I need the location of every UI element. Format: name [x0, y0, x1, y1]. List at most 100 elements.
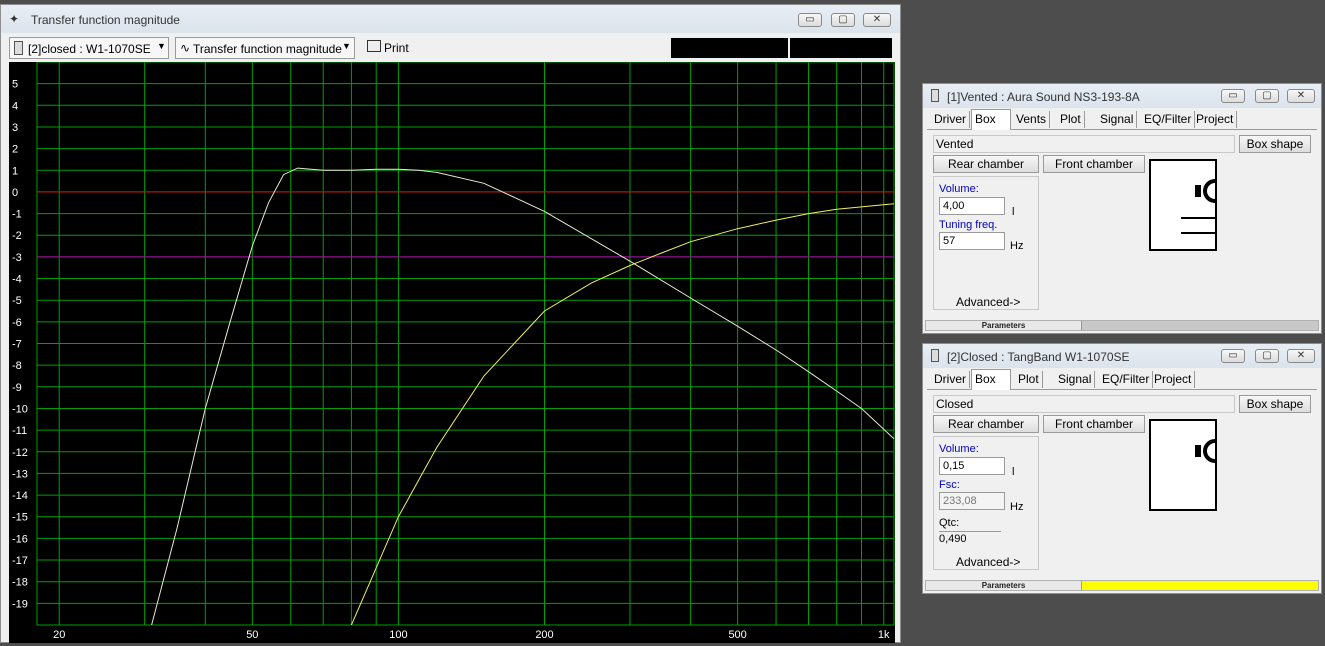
transfer-function-window: ✦ Transfer function magnitude ▭ ▢ ✕ [2]c…: [0, 4, 901, 643]
status-label: Parameters: [926, 321, 1082, 330]
tab-eq-filter[interactable]: EQ/Filter: [1141, 111, 1196, 128]
tuning-freq-unit: Hz: [1010, 240, 1024, 252]
close-button[interactable]: ✕: [863, 13, 891, 27]
fsc-label: Fsc:: [939, 479, 960, 491]
close-button[interactable]: ✕: [1287, 349, 1315, 363]
vented-box-diagram: [1149, 159, 1217, 251]
tab-signal[interactable]: Signal: [1055, 371, 1096, 388]
volume-unit: l: [1012, 466, 1015, 478]
closed-box-window: [2]Closed : TangBand W1-1070SE ▭ ▢ ✕ Dri…: [922, 343, 1322, 594]
y-tick-label: -12: [12, 447, 28, 459]
box-shape-button[interactable]: Box shape: [1239, 135, 1311, 153]
tab-plot[interactable]: Plot: [1057, 111, 1085, 128]
fsc-unit: Hz: [1010, 501, 1024, 513]
closed-window-title: [2]Closed : TangBand W1-1070SE: [947, 350, 1130, 364]
y-tick-label: -9: [12, 382, 22, 394]
tab-box[interactable]: Box: [971, 369, 1011, 390]
tab-project[interactable]: Project: [1193, 111, 1238, 128]
y-tick-label: -17: [12, 555, 28, 567]
volume-input[interactable]: [939, 457, 1005, 475]
plot-area[interactable]: 5 4 3 2 1 0 -1 -2 -3 -4 -5 -6 -7 -8 -9 -10 -11 -12 -13 -14 -…: [9, 61, 895, 643]
advanced-link[interactable]: Advanced->: [956, 295, 1020, 309]
restore-button[interactable]: ▢: [1255, 89, 1279, 103]
minimize-button[interactable]: ▭: [1221, 349, 1245, 363]
y-tick-label: -11: [12, 425, 27, 437]
document-icon: [14, 41, 23, 55]
closed-status-bar: Parameters: [925, 580, 1319, 591]
tuning-freq-label: Tuning freq.: [939, 219, 998, 231]
document-icon: [931, 89, 939, 102]
x-tick-label: 50: [246, 629, 258, 641]
y-tick-label: -15: [12, 512, 28, 524]
vent-line-icon: [1181, 232, 1217, 234]
close-button[interactable]: ✕: [1287, 89, 1315, 103]
rear-chamber-group: Volume: l Tuning freq. Hz Advanced->: [933, 176, 1039, 310]
y-tick-label: -18: [12, 577, 28, 589]
box-shape-button[interactable]: Box shape: [1239, 395, 1311, 413]
box-type-field: Vented: [933, 135, 1235, 153]
restore-button[interactable]: ▢: [831, 13, 855, 27]
status-label: Parameters: [926, 581, 1082, 590]
rear-chamber-button[interactable]: Rear chamber: [933, 415, 1039, 433]
y-tick-label: -14: [12, 490, 28, 502]
tab-driver[interactable]: Driver: [931, 371, 970, 388]
front-chamber-group: [1043, 436, 1145, 570]
volume-label: Volume:: [939, 183, 979, 195]
plot-type-select-value: Transfer function magnitude: [193, 42, 342, 56]
y-tick-label: 5: [12, 79, 18, 91]
minimize-button[interactable]: ▭: [798, 13, 822, 27]
status-progress: [1082, 321, 1318, 330]
volume-label: Volume:: [939, 443, 979, 455]
y-tick-label: -6: [12, 317, 22, 329]
status-progress: [1082, 581, 1318, 590]
speaker-icon: [1203, 179, 1215, 203]
advanced-link[interactable]: Advanced->: [956, 555, 1020, 569]
closed-titlebar[interactable]: [2]Closed : TangBand W1-1070SE ▭ ▢ ✕: [923, 344, 1321, 368]
printer-icon: [367, 40, 381, 52]
print-button[interactable]: Print: [365, 37, 415, 59]
tab-signal[interactable]: Signal: [1097, 111, 1138, 128]
speaker-icon: [1203, 439, 1215, 463]
volume-unit: l: [1012, 206, 1015, 218]
main-toolbar: [2]closed : W1-1070SE ▼ ∿ Transfer funct…: [9, 37, 892, 59]
chevron-down-icon: ▼: [342, 41, 351, 51]
main-titlebar[interactable]: ✦ Transfer function magnitude ▭ ▢ ✕: [1, 5, 900, 33]
vented-status-bar: Parameters: [925, 320, 1319, 331]
y-tick-label: 3: [12, 122, 18, 134]
project-select[interactable]: [2]closed : W1-1070SE ▼: [9, 37, 169, 59]
closed-box-diagram: [1149, 419, 1217, 511]
document-icon: [931, 349, 939, 362]
volume-input[interactable]: [939, 197, 1005, 215]
x-tick-label: 20: [53, 629, 65, 641]
vented-titlebar[interactable]: [1]Vented : Aura Sound NS3-193-8A ▭ ▢ ✕: [923, 84, 1321, 108]
rear-chamber-group: Volume: l Fsc: Hz Qtc: 0,490 Advanced->: [933, 436, 1039, 570]
tab-project[interactable]: Project: [1151, 371, 1196, 388]
tab-box[interactable]: Box: [971, 109, 1011, 130]
y-tick-label: -2: [12, 230, 22, 242]
tab-plot[interactable]: Plot: [1015, 371, 1043, 388]
tab-eq-filter[interactable]: EQ/Filter: [1099, 371, 1154, 388]
y-tick-label: -4: [12, 274, 22, 286]
front-chamber-button[interactable]: Front chamber: [1043, 415, 1145, 433]
front-chamber-button[interactable]: Front chamber: [1043, 155, 1145, 173]
speaker-magnet-icon: [1195, 445, 1201, 457]
rear-chamber-button[interactable]: Rear chamber: [933, 155, 1039, 173]
readout-box-1: [671, 38, 788, 58]
vent-line-icon: [1181, 217, 1217, 219]
y-tick-label: -3: [12, 252, 22, 264]
restore-button[interactable]: ▢: [1255, 349, 1279, 363]
plot-type-select[interactable]: ∿ Transfer function magnitude ▼: [175, 37, 355, 59]
y-tick-label: -16: [12, 533, 28, 545]
vented-tab-bar: Driver Box Vents Plot Signal EQ/Filter P…: [927, 109, 1317, 130]
box-type-field: Closed: [933, 395, 1235, 413]
y-tick-label: 0: [12, 187, 18, 199]
x-tick-label: 1k: [878, 629, 890, 641]
tab-vents[interactable]: Vents: [1013, 111, 1051, 128]
y-tick-label: 4: [12, 100, 18, 112]
tuning-freq-input[interactable]: [939, 232, 1005, 250]
minimize-button[interactable]: ▭: [1221, 89, 1245, 103]
transfer-function-chart[interactable]: 5 4 3 2 1 0 -1 -2 -3 -4 -5 -6 -7 -8 -9 -10 -11 -12 -13 -14 -…: [9, 61, 895, 643]
y-tick-label: -19: [12, 598, 28, 610]
tab-driver[interactable]: Driver: [931, 111, 970, 128]
qtc-value: 0,490: [939, 531, 1001, 545]
